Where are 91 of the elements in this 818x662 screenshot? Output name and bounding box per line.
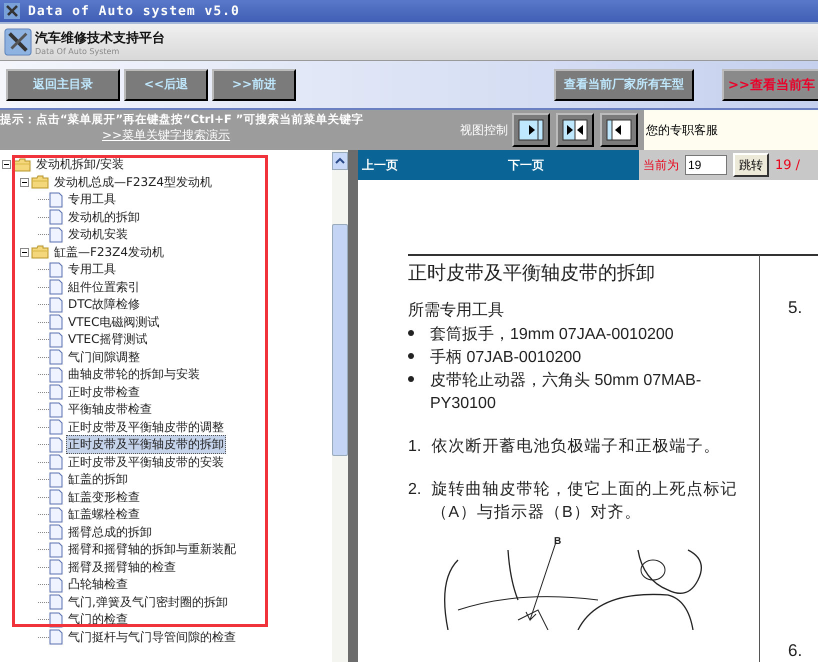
tools-icon bbox=[4, 3, 20, 19]
folder-icon bbox=[31, 175, 49, 190]
tree-item[interactable]: 凸轮轴检查 bbox=[66, 575, 130, 594]
tree-item[interactable]: 发动机拆卸/安装 bbox=[34, 155, 126, 174]
document-icon bbox=[49, 436, 63, 453]
next-page-link[interactable]: 下一页 bbox=[504, 156, 608, 174]
window-title: Data of Auto system v5.0 bbox=[28, 4, 240, 18]
current-page-label: 当前为 bbox=[643, 156, 679, 174]
page-total: 19 / bbox=[775, 158, 800, 172]
collapse-toggle[interactable] bbox=[20, 248, 29, 257]
tree-item[interactable]: DTC故障检修 bbox=[66, 295, 142, 314]
tree-item[interactable]: 气门间隙调整 bbox=[66, 348, 142, 367]
document-icon bbox=[49, 349, 63, 366]
document-icon bbox=[49, 402, 63, 418]
document-icon bbox=[49, 629, 63, 646]
bullet-icon bbox=[408, 376, 414, 382]
document-icon bbox=[49, 454, 63, 470]
document-icon bbox=[49, 384, 63, 400]
document-icon bbox=[49, 262, 63, 278]
tree-item[interactable]: 发动机安装 bbox=[66, 225, 130, 244]
collapse-toggle[interactable] bbox=[2, 160, 11, 170]
document-icon bbox=[49, 419, 63, 436]
tool-item: 套筒扳手，19mm 07JAA-0010200 bbox=[430, 324, 674, 345]
view-button[interactable] bbox=[512, 113, 550, 147]
bullet-icon bbox=[408, 353, 414, 359]
tree-item[interactable]: 缸盖螺栓检查 bbox=[66, 505, 142, 524]
tree-item[interactable]: VTEC电磁阀测试 bbox=[66, 312, 162, 332]
tool-item: 手柄 07JAB-0010200 bbox=[430, 348, 582, 368]
tree-item[interactable]: 气门,弹簧及气门密封圈的拆卸 bbox=[66, 592, 230, 612]
hint-text: 提示：点击“菜单展开”再在键盘按“Ctrl+F ”可搜索当前菜单关键字 bbox=[0, 112, 364, 127]
document-icon bbox=[49, 472, 63, 488]
document-icon bbox=[49, 314, 63, 330]
scroll-up-icon[interactable] bbox=[335, 157, 345, 165]
prev-page-link[interactable]: 上一页 bbox=[358, 156, 504, 174]
tree-item[interactable]: 正时皮带及平衡轴皮带的调整 bbox=[66, 418, 226, 437]
step-number: 5. bbox=[788, 298, 802, 318]
document-icon bbox=[49, 576, 63, 593]
document-icon bbox=[49, 366, 63, 383]
tree-item[interactable]: VTEC摇臂测试 bbox=[66, 330, 150, 350]
tree-item[interactable]: 专用工具 bbox=[66, 260, 118, 280]
collapse-toggle[interactable] bbox=[20, 178, 29, 187]
document-icon bbox=[49, 332, 63, 348]
tree-item[interactable]: 缸盖的拆卸 bbox=[66, 470, 130, 490]
tree-item[interactable]: 摇臂总成的拆卸 bbox=[66, 522, 154, 542]
step-number: 1. bbox=[408, 437, 422, 457]
tree-item[interactable]: 組件位置索引 bbox=[66, 278, 142, 297]
step-text: 依次断开蓄电池负极端子和正极端子。 bbox=[431, 436, 720, 457]
step-text: 旋转曲轴皮带轮，使它上面的上死点标记（A）与指示器（B）对齐。 bbox=[431, 480, 738, 523]
document-icon bbox=[49, 524, 63, 540]
document-title: 正时皮带及平衡轴皮带的拆卸 bbox=[408, 261, 656, 286]
tree-item[interactable]: 正时皮带及平衡轴皮带的安装 bbox=[66, 452, 226, 472]
tree-item[interactable]: 摇臂及摇臂轴的检查 bbox=[66, 558, 178, 577]
document-icon bbox=[49, 209, 63, 226]
app-subtitle: Data Of Auto System bbox=[35, 46, 120, 56]
app-title: 汽车维修技术支持平台 bbox=[35, 30, 165, 46]
tool-item: 皮带轮止动器，六角头 50mm 07MAB-PY30100 bbox=[430, 370, 702, 414]
document-icon bbox=[49, 594, 63, 610]
scrollbar[interactable] bbox=[332, 150, 348, 662]
figure-label: B bbox=[554, 536, 562, 547]
tree-item[interactable]: 曲轴皮带轮的拆卸与安装 bbox=[66, 365, 202, 384]
view-button[interactable] bbox=[556, 113, 594, 147]
tree-item[interactable]: 正时皮带检查 bbox=[66, 382, 142, 402]
tree-item[interactable]: 平衡轴皮带检查 bbox=[66, 400, 154, 420]
tree-item[interactable]: 气门挺杆与气门导管间隙的检查 bbox=[66, 628, 238, 647]
tree-item[interactable]: 正时皮带及平衡轴皮带的拆卸 bbox=[66, 435, 226, 454]
tree-item[interactable]: 发动机总成—F23Z4型发动机 bbox=[52, 172, 214, 192]
tree-item[interactable]: 缸盖—F23Z4发动机 bbox=[52, 242, 166, 262]
document-icon bbox=[49, 296, 63, 313]
view-control-label: 视图控制 bbox=[460, 122, 508, 138]
service-text: 您的专职客服 bbox=[646, 122, 718, 138]
document-icon bbox=[49, 542, 63, 558]
step-number: 2. bbox=[408, 480, 422, 500]
page-input[interactable]: 19 bbox=[685, 155, 727, 175]
document-icon bbox=[49, 506, 63, 523]
tools-icon bbox=[4, 28, 32, 56]
tree-item[interactable]: 缸盖变形检查 bbox=[66, 488, 142, 507]
tree-item[interactable]: 摇臂和摇臂轴的拆卸与重新装配 bbox=[66, 540, 238, 560]
tree-item[interactable]: 发动机的拆卸 bbox=[66, 208, 142, 227]
jump-button[interactable]: 跳转 bbox=[733, 153, 769, 177]
document-icon bbox=[49, 226, 63, 243]
document-icon bbox=[49, 192, 63, 208]
document-icon bbox=[49, 559, 63, 576]
document-icon bbox=[49, 489, 63, 506]
document-icon bbox=[49, 279, 63, 296]
view-button[interactable] bbox=[600, 113, 638, 147]
bullet-icon bbox=[408, 330, 414, 336]
folder-icon bbox=[13, 158, 31, 172]
folder-icon bbox=[31, 245, 49, 260]
document-subtitle: 所需专用工具 bbox=[408, 300, 505, 321]
tree-item[interactable]: 专用工具 bbox=[66, 190, 118, 210]
step-number: 6. bbox=[788, 641, 802, 661]
